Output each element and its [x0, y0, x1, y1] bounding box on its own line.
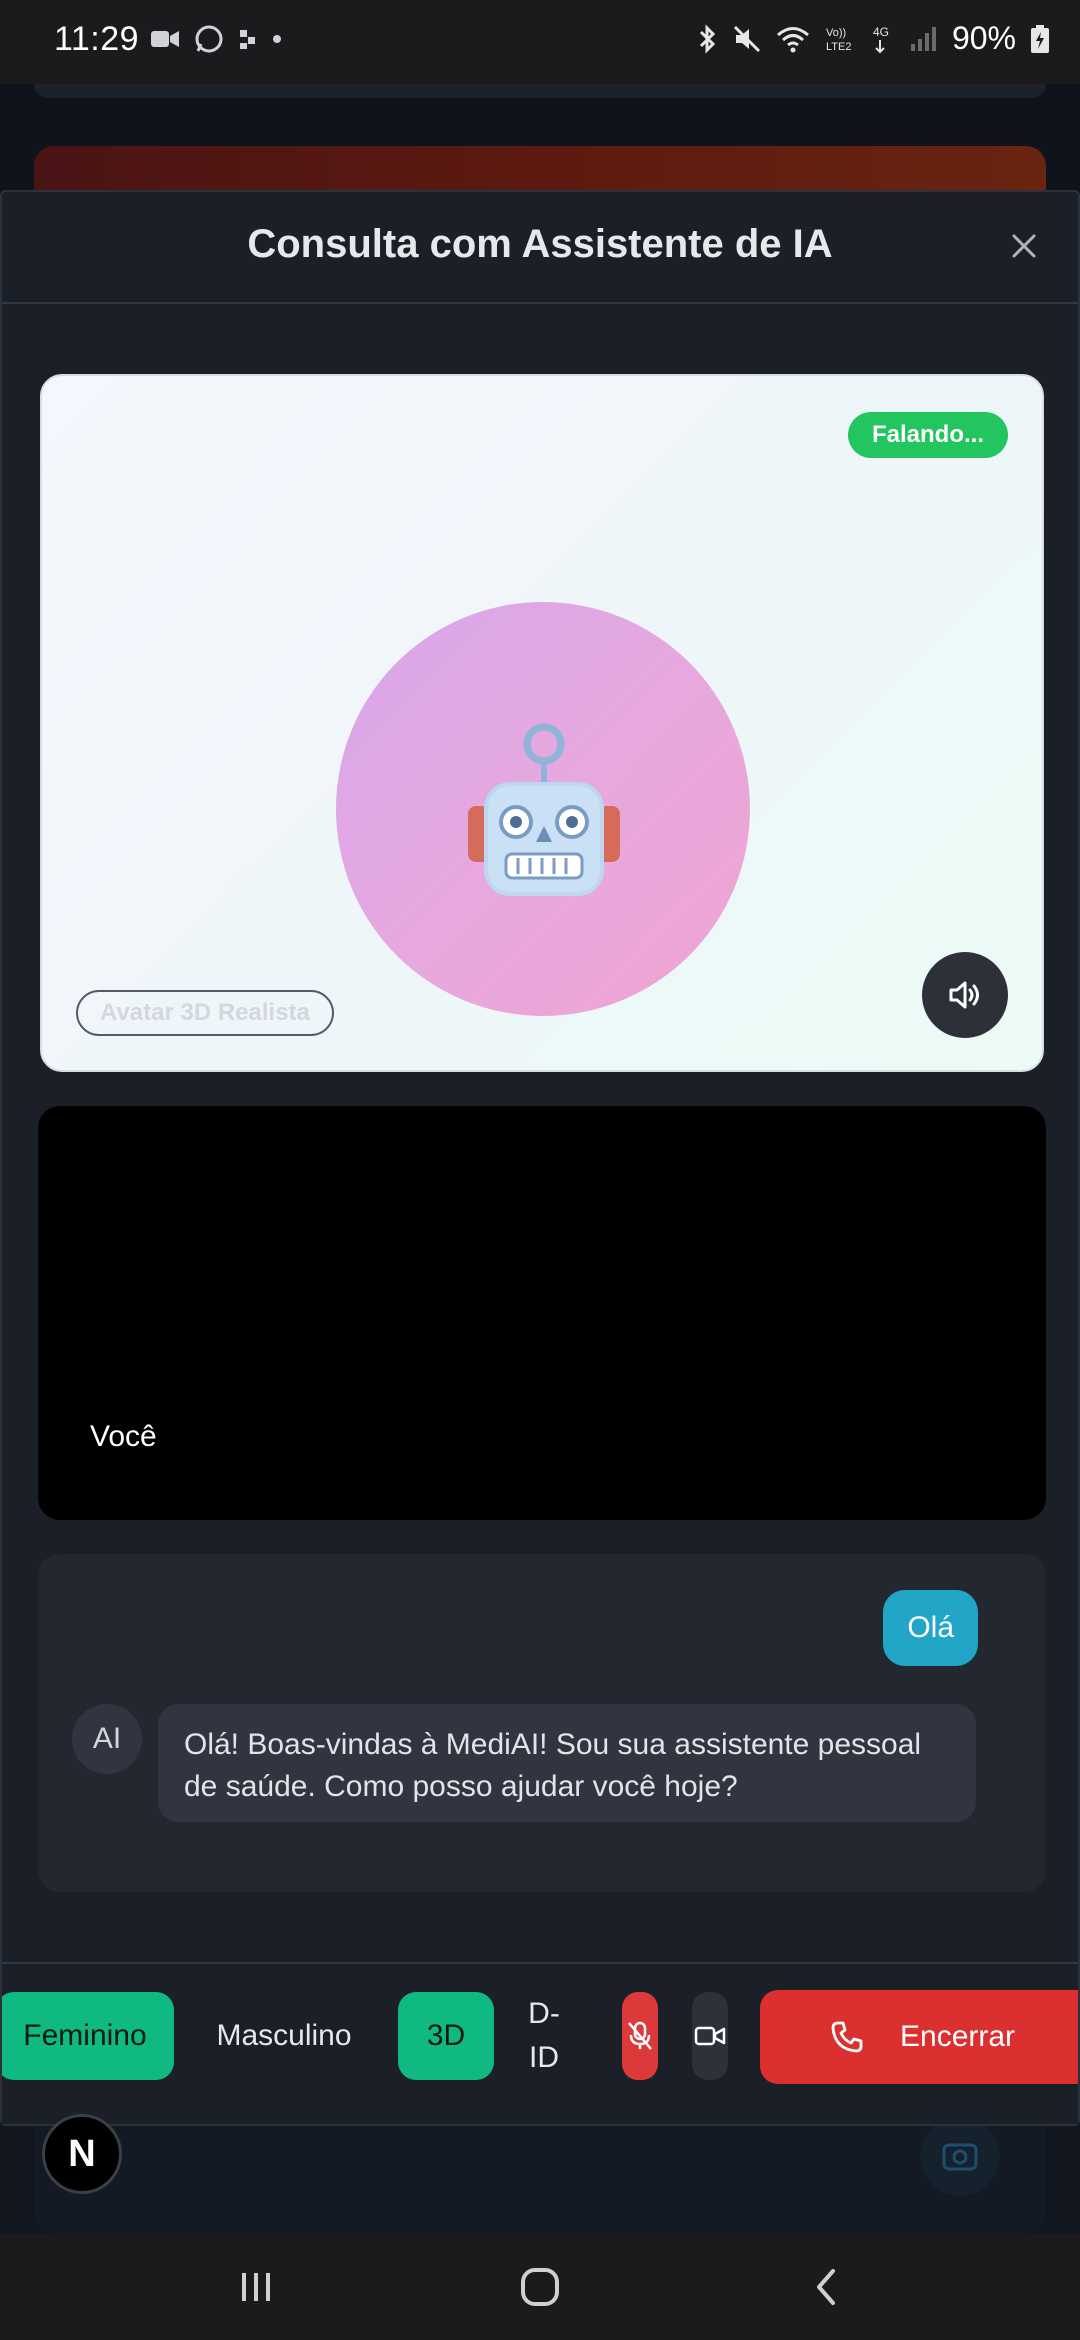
- speaker-icon: [949, 981, 979, 1009]
- feminino-button[interactable]: Feminino: [2, 1992, 174, 2080]
- masculino-button[interactable]: Masculino: [198, 1992, 370, 2080]
- modal-header: Consulta com Assistente de IA: [2, 192, 1078, 304]
- chat-panel: Olá AI Olá! Boas-vindas à MediAI! Sou su…: [38, 1554, 1046, 1892]
- whatsapp-icon: [194, 24, 224, 54]
- recent-apps-button[interactable]: [226, 2262, 286, 2312]
- ai-avatar-panel: Falando... Avatar 3D Realista: [40, 374, 1044, 1072]
- video-camera-icon: [694, 2026, 726, 2046]
- app-notification-icon: [238, 28, 258, 50]
- phone-icon: [831, 2021, 863, 2053]
- more-notifications-dot-icon: [272, 34, 282, 44]
- video-call-icon: [150, 28, 180, 50]
- camera-label: Você: [90, 1420, 157, 1453]
- avatar-mode-label: Avatar 3D Realista: [76, 990, 334, 1036]
- battery-percent: 90%: [951, 20, 1016, 56]
- n-floating-button[interactable]: N: [42, 2114, 122, 2194]
- mic-toggle-button[interactable]: [622, 1992, 658, 2080]
- camera-toggle-button[interactable]: [692, 1992, 728, 2080]
- background-bottom-card: [34, 2126, 1046, 2234]
- signal-icon: [910, 26, 938, 52]
- status-bar: 11:29 Vo)) LTE2 4G 90%: [0, 0, 1080, 84]
- user-message-bubble: Olá: [883, 1590, 978, 1666]
- volte-icon: Vo)) LTE2: [824, 24, 858, 54]
- speaking-badge: Falando...: [847, 412, 1008, 458]
- bluetooth-icon: [696, 23, 718, 54]
- svg-text:Vo)): Vo)): [826, 27, 846, 39]
- background-action-icon: [920, 2116, 1000, 2196]
- status-notification-icons: [150, 24, 282, 54]
- ai-message-bubble: Olá! Boas-vindas à MediAI! Sou sua assis…: [158, 1704, 976, 1822]
- modal-title: Consulta com Assistente de IA: [247, 222, 833, 266]
- network-type-icon: 4G: [872, 24, 896, 54]
- mode-did-label-2: ID: [529, 2041, 559, 2074]
- background-card: [34, 84, 1046, 98]
- back-icon: [817, 2269, 835, 2305]
- robot-icon: [468, 723, 620, 896]
- wifi-icon: [776, 25, 810, 53]
- svg-text:LTE2: LTE2: [826, 41, 851, 53]
- navigation-bar: [0, 2234, 1080, 2340]
- recent-apps-icon: [242, 2273, 270, 2301]
- avatar-circle: [336, 602, 750, 1016]
- mode-3d-button[interactable]: 3D: [398, 1992, 494, 2080]
- end-call-button[interactable]: Encerrar: [760, 1990, 1078, 2084]
- mute-icon: [732, 24, 762, 54]
- ai-avatar: AI: [72, 1704, 142, 1774]
- close-icon: [1012, 234, 1036, 258]
- volume-button[interactable]: [922, 952, 1008, 1038]
- battery-icon: [1030, 24, 1050, 54]
- call-controls: Feminino Masculino 3D D- ID Encerrar: [2, 1962, 1078, 2124]
- consultation-modal: Consulta com Assistente de IA Falando...: [0, 190, 1080, 2126]
- home-button[interactable]: [510, 2262, 570, 2312]
- svg-text:4G: 4G: [873, 25, 889, 39]
- mode-did-label-1: D-: [528, 1997, 560, 2030]
- mode-did-button[interactable]: D- ID: [514, 1992, 574, 2080]
- mic-off-icon: [628, 2021, 652, 2050]
- status-right-icons: Vo)) LTE2 4G 90%: [696, 20, 1050, 57]
- status-time: 11:29: [54, 20, 140, 58]
- back-button[interactable]: [796, 2262, 856, 2312]
- user-camera-panel: Você: [38, 1106, 1046, 1520]
- home-icon: [521, 2268, 559, 2306]
- end-call-label: Encerrar: [900, 2020, 1016, 2053]
- close-button[interactable]: [1006, 228, 1042, 264]
